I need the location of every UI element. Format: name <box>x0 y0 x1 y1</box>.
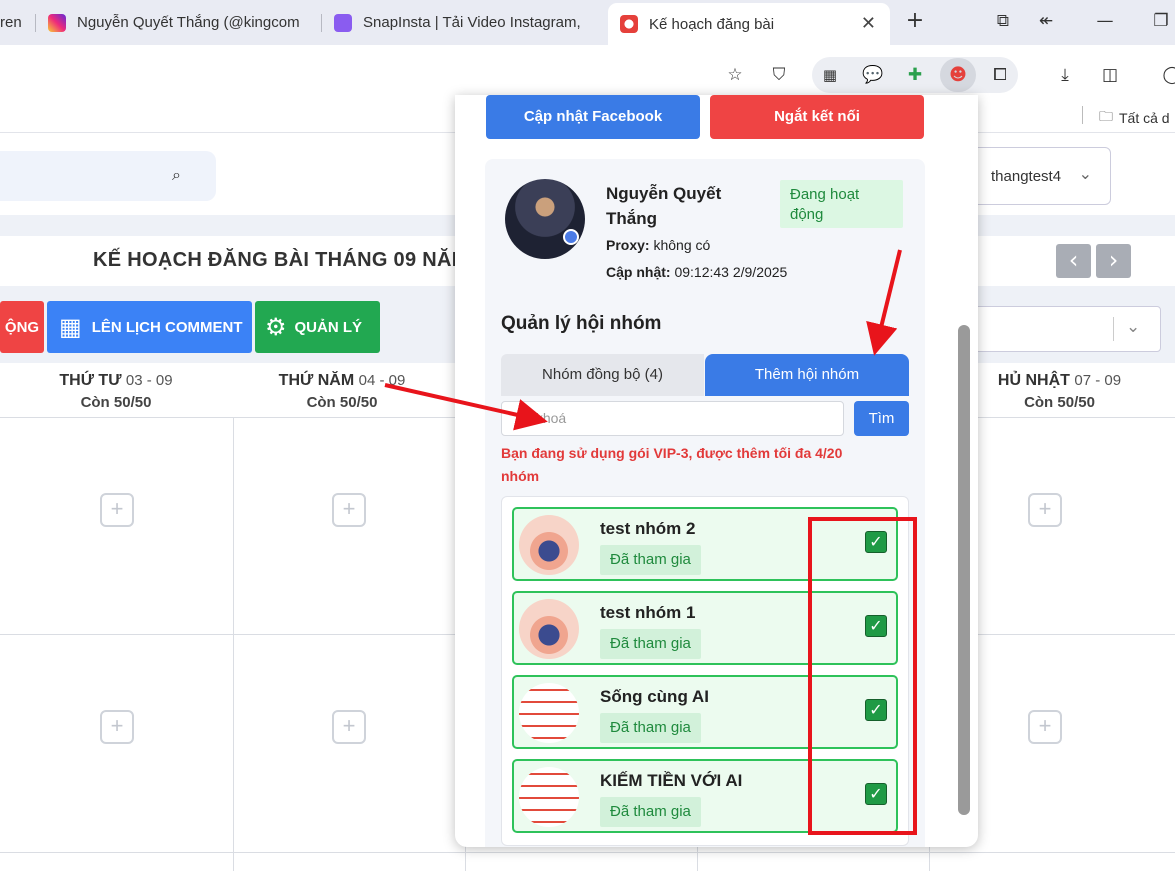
annotation-arrows <box>384 249 902 431</box>
arrow-to-add-group-tab <box>866 249 902 356</box>
arrow-to-keyword-input <box>384 383 548 431</box>
